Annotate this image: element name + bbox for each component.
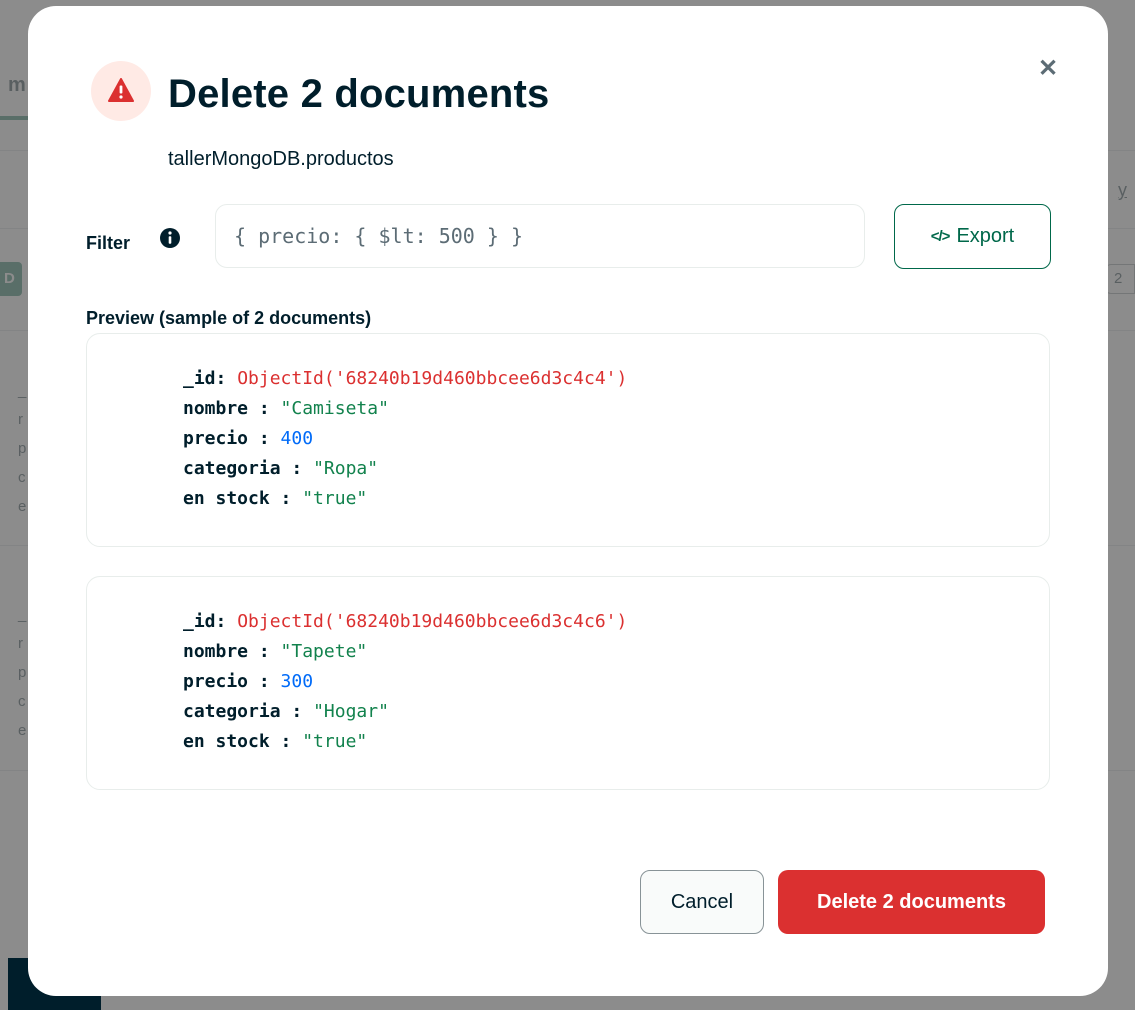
document-preview-card: _id: ObjectId('68240b19d460bbcee6d3c4c6'… <box>86 576 1050 790</box>
delete-documents-modal: ✕ Delete 2 documents tallerMongoDB.produ… <box>28 6 1108 996</box>
document-field-row: en stock : "true" <box>183 488 368 509</box>
export-button[interactable]: </> Export <box>894 204 1051 269</box>
object-id-value: ObjectId('68240b19d460bbcee6d3c4c4') <box>237 368 628 389</box>
filter-input[interactable]: { precio: { $lt: 500 } } <box>215 204 865 268</box>
document-field-row: categoria : "Hogar" <box>183 701 389 722</box>
document-field-row: precio : 400 <box>183 428 314 449</box>
warning-triangle-icon <box>108 78 134 102</box>
code-icon: </> <box>930 228 951 245</box>
modal-title: Delete 2 documents <box>168 72 550 116</box>
document-field-row: _id: ObjectId('68240b19d460bbcee6d3c4c6'… <box>183 611 628 632</box>
document-field-row: categoria : "Ropa" <box>183 458 379 479</box>
namespace-label: tallerMongoDB.productos <box>168 148 394 170</box>
object-id-value: ObjectId('68240b19d460bbcee6d3c4c6') <box>237 611 628 632</box>
warning-badge <box>91 61 151 121</box>
filter-label: Filter <box>86 233 131 253</box>
preview-heading: Preview (sample of 2 documents) <box>86 308 372 328</box>
document-field-row: _id: ObjectId('68240b19d460bbcee6d3c4c4'… <box>183 368 628 389</box>
export-button-label: Export <box>956 225 1015 247</box>
document-field-row: nombre : "Camiseta" <box>183 398 389 419</box>
document-field-row: precio : 300 <box>183 671 314 692</box>
info-icon[interactable] <box>159 227 181 249</box>
delete-documents-button[interactable]: Delete 2 documents <box>778 870 1045 934</box>
cancel-button[interactable]: Cancel <box>640 870 764 934</box>
document-field-row: nombre : "Tapete" <box>183 641 368 662</box>
document-preview-card: _id: ObjectId('68240b19d460bbcee6d3c4c4'… <box>86 333 1050 547</box>
document-field-row: en stock : "true" <box>183 731 368 752</box>
close-icon[interactable]: ✕ <box>1038 54 1058 83</box>
